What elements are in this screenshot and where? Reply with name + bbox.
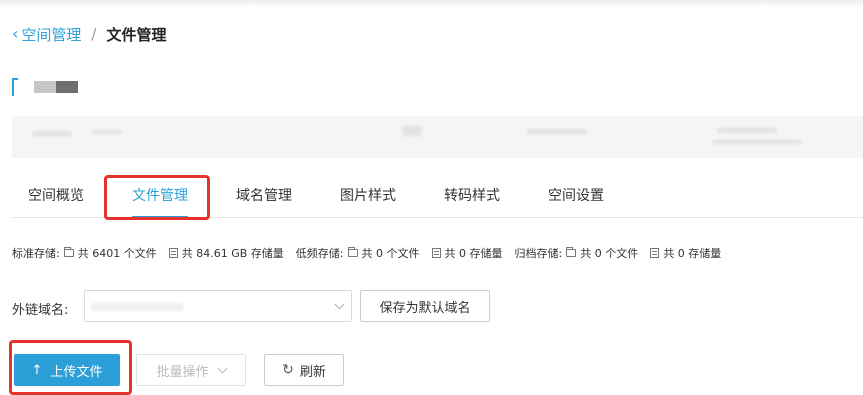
- breadcrumb-parent-link[interactable]: ‹ 空间管理: [12, 24, 81, 45]
- storage-stats: 标准存储: 共 6401 个文件 共 84.61 GB 存储量 低频存储: 共 …: [12, 244, 733, 262]
- archive-storage-size: 共 0 存储量: [663, 247, 722, 260]
- low-freq-storage-label: 低频存储:: [295, 247, 344, 260]
- redacted-text: [527, 129, 587, 134]
- archive-storage-label: 归档存储:: [514, 247, 563, 260]
- tab-file-management[interactable]: 文件管理: [132, 177, 188, 218]
- chevron-down-icon: [217, 363, 227, 373]
- tab-bar: 空间概览 文件管理 域名管理 图片样式 转码样式 空间设置: [12, 177, 863, 218]
- upload-file-button[interactable]: ↑ 上传文件: [14, 354, 120, 386]
- storage-icon: [650, 248, 660, 258]
- redacted-text: [92, 130, 122, 134]
- folder-icon: [347, 247, 358, 257]
- standard-storage-size: 共 84.61 GB 存储量: [181, 247, 284, 260]
- standard-file-count: 共 6401 个文件: [77, 247, 157, 260]
- refresh-label: 刷新: [299, 364, 326, 380]
- domain-value-redacted: [91, 303, 183, 311]
- save-default-domain-button[interactable]: 保存为默认域名: [360, 290, 490, 322]
- redacted-text: [717, 128, 777, 133]
- storage-icon: [431, 248, 441, 258]
- standard-storage-label: 标准存储:: [12, 247, 60, 260]
- tab-space-settings[interactable]: 空间设置: [548, 177, 604, 217]
- low-freq-storage-size: 共 0 存储量: [444, 247, 503, 260]
- batch-operations-button[interactable]: 批量操作: [136, 354, 246, 386]
- breadcrumb-separator: /: [91, 25, 97, 43]
- tab-overview[interactable]: 空间概览: [28, 177, 84, 217]
- tab-transcode-styles[interactable]: 转码样式: [444, 177, 500, 217]
- storage-icon: [168, 248, 178, 258]
- arrow-up-icon: ↑: [31, 362, 43, 378]
- page-title: 文件管理: [106, 25, 167, 44]
- tab-image-styles[interactable]: 图片样式: [340, 177, 396, 217]
- bucket-info-bar: [12, 116, 863, 158]
- chevron-left-icon: ‹: [12, 24, 19, 43]
- tab-domain-management[interactable]: 域名管理: [236, 177, 292, 217]
- batch-operations-label: 批量操作: [156, 364, 209, 380]
- domain-label: 外链域名:: [12, 303, 69, 318]
- refresh-button[interactable]: ↻ 刷新: [264, 354, 344, 386]
- low-freq-file-count: 共 0 个文件: [361, 247, 420, 260]
- bucket-name-redacted: [34, 81, 78, 93]
- upload-file-label: 上传文件: [50, 364, 103, 380]
- domain-select[interactable]: [84, 290, 352, 322]
- bucket-marker-icon: [12, 78, 18, 96]
- breadcrumb-parent-label: 空间管理: [21, 25, 82, 44]
- breadcrumb: ‹ 空间管理 / 文件管理: [12, 24, 167, 44]
- folder-icon: [566, 247, 577, 257]
- refresh-icon: ↻: [282, 362, 294, 378]
- redacted-text: [402, 126, 422, 136]
- bucket-header: [12, 76, 92, 98]
- chevron-down-icon: [334, 299, 345, 310]
- folder-icon: [63, 247, 74, 257]
- redacted-text: [32, 131, 72, 136]
- top-shadow: [0, 0, 863, 8]
- archive-file-count: 共 0 个文件: [580, 247, 639, 260]
- redacted-text: [712, 140, 802, 144]
